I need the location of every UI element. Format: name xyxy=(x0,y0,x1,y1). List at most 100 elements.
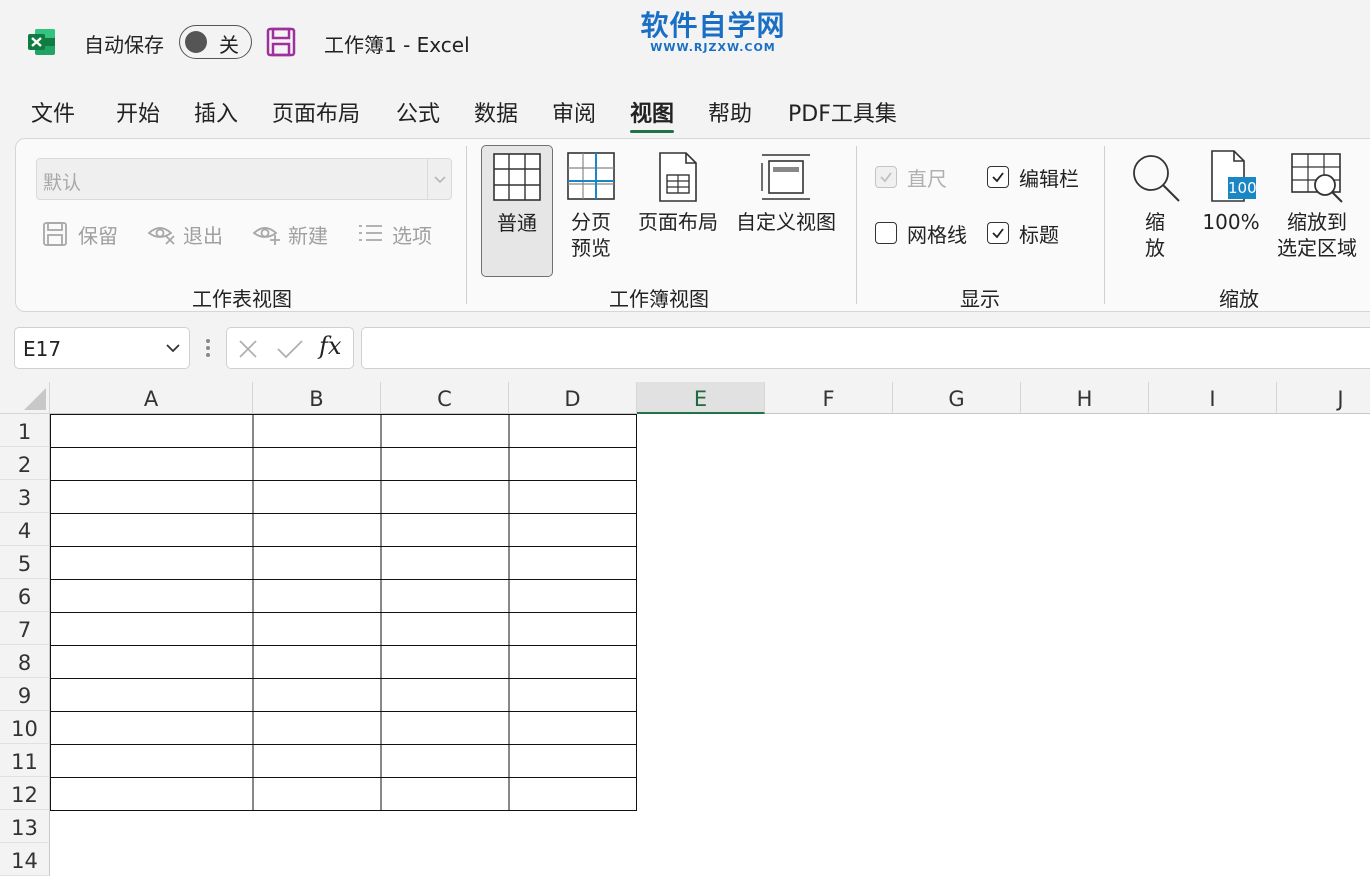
watermark-main: 软件自学网 xyxy=(640,9,786,42)
eye-new-icon xyxy=(252,227,280,245)
row-header-2[interactable]: 2 xyxy=(0,447,50,480)
zoom-button[interactable]: 缩 放 xyxy=(1124,145,1186,261)
tab-pdf-tools[interactable]: PDF工具集 xyxy=(788,96,897,128)
keep-view-label: 保留 xyxy=(78,224,118,248)
formula-input[interactable] xyxy=(361,327,1370,369)
page-break-label-1: 分页 xyxy=(571,210,611,234)
group-label-show: 显示 xyxy=(960,287,1000,311)
row-header-10[interactable]: 10 xyxy=(0,711,50,744)
group-label-workbook-view: 工作簿视图 xyxy=(609,287,709,311)
tab-home[interactable]: 开始 xyxy=(116,96,160,128)
custom-views-button[interactable]: 自定义视图 xyxy=(730,145,842,235)
watermark-sub: WWW.RJZXW.COM xyxy=(650,41,776,54)
normal-view-label: 普通 xyxy=(497,211,537,235)
formula-bar-buttons: fx xyxy=(226,327,354,369)
checkbox-box xyxy=(987,166,1009,188)
column-header-G[interactable]: G xyxy=(893,382,1021,414)
tab-formulas[interactable]: 公式 xyxy=(396,96,440,128)
new-view-label: 新建 xyxy=(288,224,328,248)
zoom-label-2: 放 xyxy=(1145,236,1165,260)
zoom-selection-label-1: 缩放到 xyxy=(1287,210,1347,234)
column-header-B[interactable]: B xyxy=(253,382,381,414)
gridlines-label: 网格线 xyxy=(907,223,967,247)
check-icon xyxy=(880,172,892,183)
enter-check-icon[interactable] xyxy=(276,338,304,360)
column-header-A[interactable]: A xyxy=(50,382,253,414)
group-separator xyxy=(856,146,857,304)
page-layout-view-button[interactable]: 页面布局 xyxy=(633,145,723,235)
checkbox-box xyxy=(875,222,897,244)
tab-view[interactable]: 视图 xyxy=(630,96,675,133)
row-header-9[interactable]: 9 xyxy=(0,678,50,711)
save-icon[interactable] xyxy=(266,27,296,57)
name-box-value: E17 xyxy=(23,337,62,361)
custom-views-label: 自定义视图 xyxy=(736,210,836,234)
sheet-view-select[interactable]: 默认 xyxy=(36,158,452,200)
page-break-preview-button[interactable]: 分页 预览 xyxy=(561,145,621,261)
column-header-F[interactable]: F xyxy=(765,382,893,414)
insert-function-icon[interactable]: fx xyxy=(319,332,341,360)
page-break-label-2: 预览 xyxy=(571,236,611,260)
page-layout-icon xyxy=(659,152,697,202)
group-separator xyxy=(466,146,467,304)
chevron-down-icon xyxy=(427,159,451,199)
check-icon xyxy=(992,172,1004,183)
checkbox-box xyxy=(987,222,1009,244)
row-header-3[interactable]: 3 xyxy=(0,480,50,513)
column-header-J[interactable]: J xyxy=(1277,382,1370,414)
tab-insert[interactable]: 插入 xyxy=(194,96,238,128)
tab-page-layout[interactable]: 页面布局 xyxy=(272,96,360,128)
zoom-selection-label-2: 选定区域 xyxy=(1277,236,1357,260)
ribbon-tabs: 文件 开始 插入 页面布局 公式 数据 审阅 视图 帮助 PDF工具集 xyxy=(0,88,1370,134)
row-header-1[interactable]: 1 xyxy=(0,414,50,447)
row-header-7[interactable]: 7 xyxy=(0,612,50,645)
group-label-sheet-view: 工作表视图 xyxy=(192,287,292,311)
checkbox-box xyxy=(875,166,897,188)
row-header-6[interactable]: 6 xyxy=(0,579,50,612)
tab-review[interactable]: 审阅 xyxy=(552,96,596,128)
ruler-label: 直尺 xyxy=(907,167,947,191)
zoom-100-badge: 100 xyxy=(1228,177,1257,199)
bordered-table-range[interactable] xyxy=(50,414,1370,877)
list-icon xyxy=(359,225,382,241)
column-header-I[interactable]: I xyxy=(1149,382,1277,414)
cancel-icon[interactable] xyxy=(237,338,259,360)
column-header-D[interactable]: D xyxy=(509,382,637,414)
autosave-toggle[interactable]: 关 xyxy=(179,25,252,59)
row-header-14[interactable]: 14 xyxy=(0,843,50,876)
zoom-100-label: 100% xyxy=(1202,210,1260,234)
column-header-E[interactable]: E xyxy=(637,382,765,414)
row-header-13[interactable]: 13 xyxy=(0,810,50,843)
column-header-C[interactable]: C xyxy=(381,382,509,414)
zoom-label-1: 缩 xyxy=(1145,210,1165,234)
document-title: 工作簿1 - Excel xyxy=(324,33,470,57)
tab-data[interactable]: 数据 xyxy=(474,96,518,128)
normal-view-button[interactable]: 普通 xyxy=(481,145,553,277)
select-all-corner[interactable] xyxy=(0,382,50,414)
page-break-icon xyxy=(567,152,615,200)
name-box[interactable]: E17 xyxy=(14,327,190,369)
title-bar: 自动保存 关 工作簿1 - Excel 软件自学网 WWW.RJZXW.COM xyxy=(0,0,1370,80)
worksheet-grid[interactable]: A B C D E F G H I J 1 2 3 4 5 6 7 8 9 10… xyxy=(0,382,1370,877)
custom-views-icon xyxy=(761,154,810,200)
check-icon xyxy=(992,228,1004,239)
column-header-H[interactable]: H xyxy=(1021,382,1149,414)
row-header-11[interactable]: 11 xyxy=(0,744,50,777)
magnifier-icon xyxy=(1133,155,1180,202)
row-header-12[interactable]: 12 xyxy=(0,777,50,810)
toggle-knob xyxy=(185,31,207,53)
zoom-to-selection-button[interactable]: 缩放到 选定区域 xyxy=(1271,145,1363,261)
save-view-icon xyxy=(43,222,67,246)
row-header-8[interactable]: 8 xyxy=(0,645,50,678)
page-layout-label: 页面布局 xyxy=(638,210,718,234)
group-label-zoom: 缩放 xyxy=(1219,287,1259,311)
tab-file[interactable]: 文件 xyxy=(31,96,75,128)
ribbon-panel: 默认 保留 退出 新建 选项 工作表视图 普通 分页 预览 页面布局 自定义视图… xyxy=(15,138,1370,312)
zoom-100-button[interactable]: 100 100% xyxy=(1196,145,1266,235)
resize-handle-icon[interactable] xyxy=(205,336,211,360)
row-header-4[interactable]: 4 xyxy=(0,513,50,546)
row-header-5[interactable]: 5 xyxy=(0,546,50,579)
tab-help[interactable]: 帮助 xyxy=(708,96,752,128)
watermark-logo: 软件自学网 WWW.RJZXW.COM xyxy=(638,10,788,54)
excel-app-icon[interactable] xyxy=(27,27,57,57)
